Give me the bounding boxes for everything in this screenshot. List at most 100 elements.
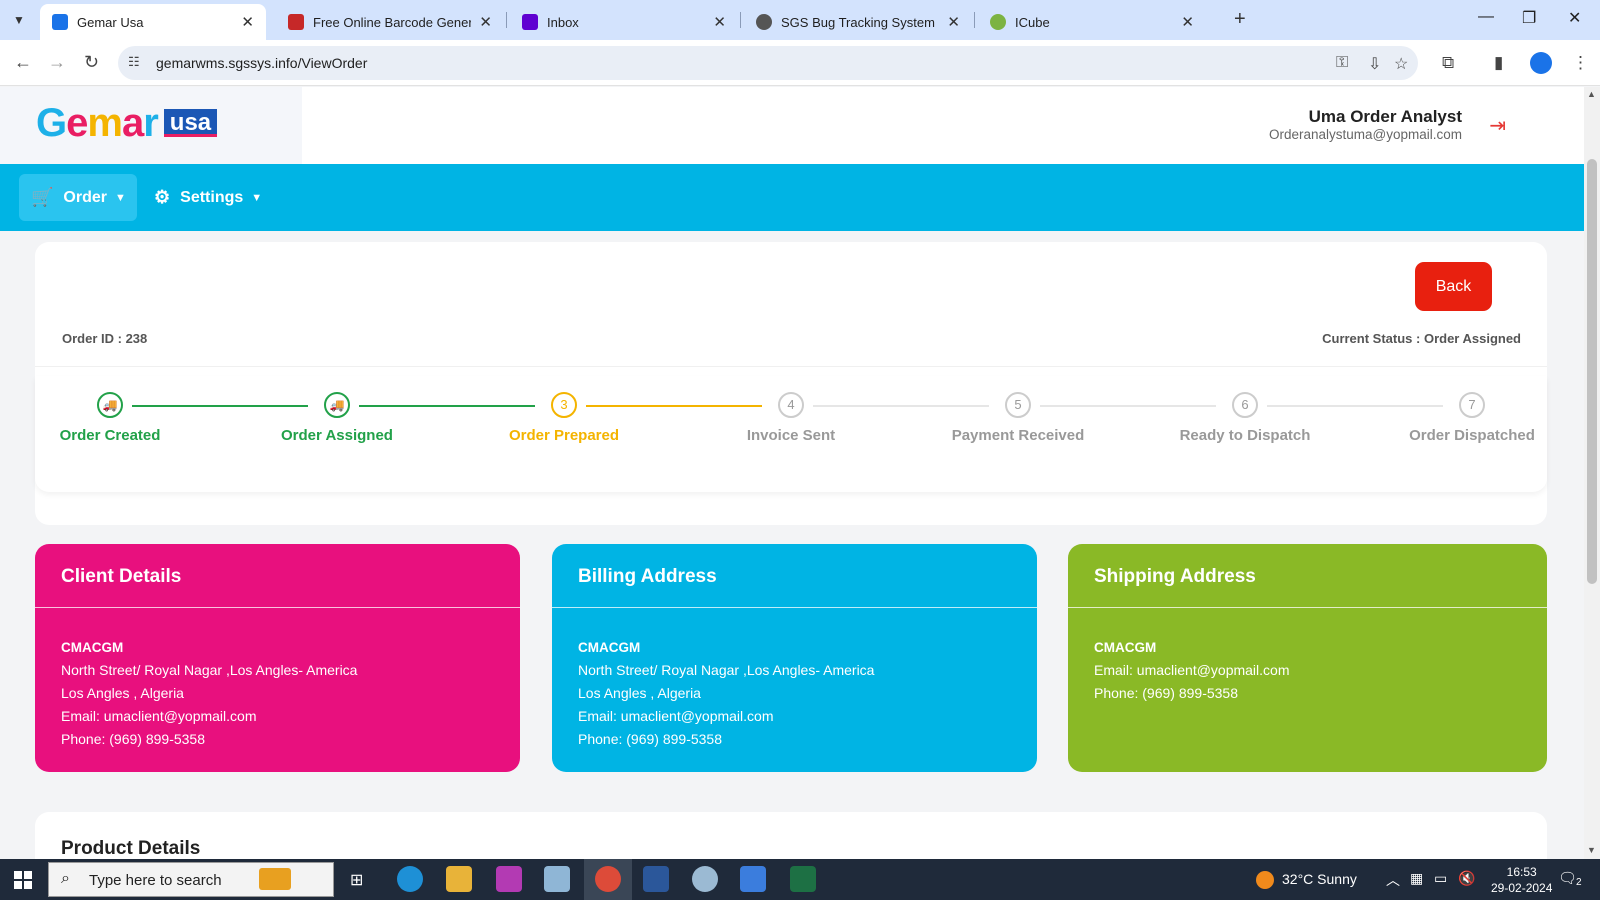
extensions-puzzle-icon[interactable]: ⧉ — [1442, 53, 1454, 73]
new-tab-plus-icon[interactable]: + — [1234, 8, 1246, 31]
step-2-label: Order Assigned — [281, 427, 393, 444]
logout-icon[interactable]: ⇥ — [1489, 113, 1506, 138]
step-3-label: Order Prepared — [508, 427, 620, 444]
nav-order-label: Order — [63, 188, 107, 206]
word-icon[interactable] — [643, 866, 669, 892]
network-icon[interactable]: ▭ — [1434, 870, 1447, 887]
tray-app-icon[interactable]: ▦ — [1410, 870, 1423, 887]
back-button[interactable]: Back — [1415, 262, 1492, 311]
side-panel-icon[interactable]: ▮ — [1494, 53, 1503, 73]
caret-down-icon: ▼ — [115, 191, 126, 204]
back-arrow-icon[interactable]: ← — [14, 52, 32, 73]
volume-muted-icon[interactable]: 🔇 — [1458, 870, 1475, 887]
order-id: Order ID : 238 — [62, 331, 148, 346]
close-icon[interactable]: ✕ — [241, 13, 254, 31]
nav-settings-menu[interactable]: ⚙ Settings ▼ — [142, 174, 274, 221]
page-scrollbar[interactable]: ▲ ▼ — [1584, 87, 1600, 859]
close-icon[interactable]: ✕ — [479, 13, 492, 31]
close-icon[interactable]: ✕ — [1181, 13, 1194, 31]
shipping-address-body: CMACGM Email: umaclient@yopmail.com Phon… — [1094, 636, 1290, 705]
tab-label: SGS Bug Tracking System - Beta — [781, 14, 939, 30]
chrome-icon[interactable] — [595, 866, 621, 892]
tab-label: ICube — [1015, 14, 1050, 30]
tab-sgs-bug-tracking[interactable]: SGS Bug Tracking System - Beta ✕ — [744, 4, 972, 40]
tab-separator — [506, 12, 507, 28]
nav-order-menu[interactable]: 🛒 Order ▼ — [19, 174, 137, 221]
main-navbar: 🛒 Order ▼ ⚙ Settings ▼ — [0, 164, 1584, 231]
notepad-icon[interactable] — [544, 866, 570, 892]
google-favicon-icon — [52, 14, 68, 30]
step-4-number: 4 — [778, 392, 804, 418]
briefcase-icon — [259, 868, 291, 890]
tab-search-chevron-icon[interactable]: ▼ — [8, 9, 30, 31]
tab-icube[interactable]: ICube ✕ — [978, 4, 1206, 40]
cart-icon: 🛒 — [31, 187, 54, 207]
windows-start-icon[interactable] — [14, 871, 32, 889]
taskbar-clock[interactable]: 16:53 29-02-2024 — [1491, 864, 1552, 896]
card-divider — [35, 607, 520, 608]
taskbar-search-placeholder[interactable]: Type here to search — [89, 872, 222, 889]
step-5-number: 5 — [1005, 392, 1031, 418]
step-connector — [586, 405, 762, 407]
screen-recorder-icon[interactable] — [740, 866, 766, 892]
close-icon[interactable]: ✕ — [947, 13, 960, 31]
tab-label: Gemar Usa — [77, 14, 144, 30]
profile-avatar-icon[interactable] — [1530, 52, 1552, 74]
minimize-icon[interactable]: — — [1478, 8, 1494, 26]
barcode-favicon-icon — [288, 14, 304, 30]
client-email: Email: umaclient@yopmail.com — [61, 708, 257, 724]
search-icon: ⌕ — [61, 870, 70, 887]
notification-count: 2 — [1576, 877, 1582, 888]
scrollbar-thumb[interactable] — [1587, 159, 1597, 584]
weather-sun-icon — [1256, 871, 1274, 889]
address-bar[interactable]: ☷ gemarwms.sgssys.info/ViewOrder ⚿ ⇩ ☆ — [118, 46, 1418, 80]
task-view-icon[interactable]: ⊞ — [350, 870, 363, 890]
close-icon[interactable]: ✕ — [713, 13, 726, 31]
weather-text[interactable]: 32°C Sunny — [1282, 871, 1357, 887]
more-menu-icon[interactable]: ⋮ — [1572, 53, 1589, 73]
bookmark-star-icon[interactable]: ☆ — [1394, 54, 1408, 74]
step-5-label: Payment Received — [951, 427, 1085, 444]
restore-icon[interactable]: ❐ — [1522, 8, 1536, 28]
client-phone: Phone: (969) 899-5358 — [61, 731, 205, 747]
step-connector — [1267, 405, 1443, 407]
gear-icon: ⚙ — [154, 187, 171, 207]
url-text[interactable]: gemarwms.sgssys.info/ViewOrder — [156, 55, 367, 71]
shipping-address-card: Shipping Address CMACGM Email: umaclient… — [1068, 544, 1547, 772]
step-connector — [1040, 405, 1216, 407]
taskbar-search-box[interactable]: ⌕ Type here to search — [48, 862, 334, 897]
step-7-label: Order Dispatched — [1409, 427, 1535, 444]
window-close-icon[interactable]: ✕ — [1568, 8, 1581, 28]
product-details-title: Product Details — [61, 838, 201, 859]
tray-chevron-up-icon[interactable]: ︿ — [1386, 870, 1400, 890]
shipping-phone: Phone: (969) 899-5358 — [1094, 685, 1238, 701]
install-app-icon[interactable]: ⇩ — [1368, 54, 1381, 74]
billing-address-title: Billing Address — [578, 566, 717, 587]
step-connector — [359, 405, 535, 407]
forward-arrow-icon[interactable]: → — [48, 52, 66, 73]
billing-address-body: CMACGM North Street/ Royal Nagar ,Los An… — [578, 636, 874, 751]
site-info-icon[interactable]: ☷ — [128, 54, 140, 70]
globe-favicon-icon — [756, 14, 772, 30]
excel-icon[interactable] — [790, 866, 816, 892]
tab-inbox[interactable]: Inbox ✕ — [510, 4, 738, 40]
app-header: Gemar usa Uma Order Analyst Orderanalyst… — [0, 87, 1584, 164]
notification-center-icon[interactable]: 🗨 — [1558, 869, 1577, 887]
gemar-usa-logo[interactable]: Gemar usa — [36, 103, 218, 143]
tab-barcode-generator[interactable]: Free Online Barcode Generator ✕ — [276, 4, 504, 40]
paint-palette-icon[interactable] — [692, 866, 718, 892]
shipping-name: CMACGM — [1094, 640, 1157, 655]
user-name: Uma Order Analyst — [1308, 107, 1462, 126]
page-viewport: Gemar usa Uma Order Analyst Orderanalyst… — [0, 87, 1584, 859]
scroll-down-arrow-icon[interactable]: ▼ — [1587, 845, 1596, 855]
scroll-up-arrow-icon[interactable]: ▲ — [1587, 89, 1596, 99]
reload-icon[interactable]: ↻ — [84, 52, 99, 73]
order-progress-stepper: 🚚 Order Created 🚚 Order Assigned 3 Order… — [35, 376, 1547, 492]
user-email: Orderanalystuma@yopmail.com — [1268, 127, 1462, 142]
tab-gemar-usa[interactable]: Gemar Usa ✕ — [40, 4, 266, 40]
password-key-icon[interactable]: ⚿ — [1336, 54, 1348, 72]
file-explorer-icon[interactable] — [446, 866, 472, 892]
paint-app-icon[interactable] — [496, 866, 522, 892]
icube-favicon-icon — [990, 14, 1006, 30]
edge-icon[interactable] — [397, 866, 423, 892]
